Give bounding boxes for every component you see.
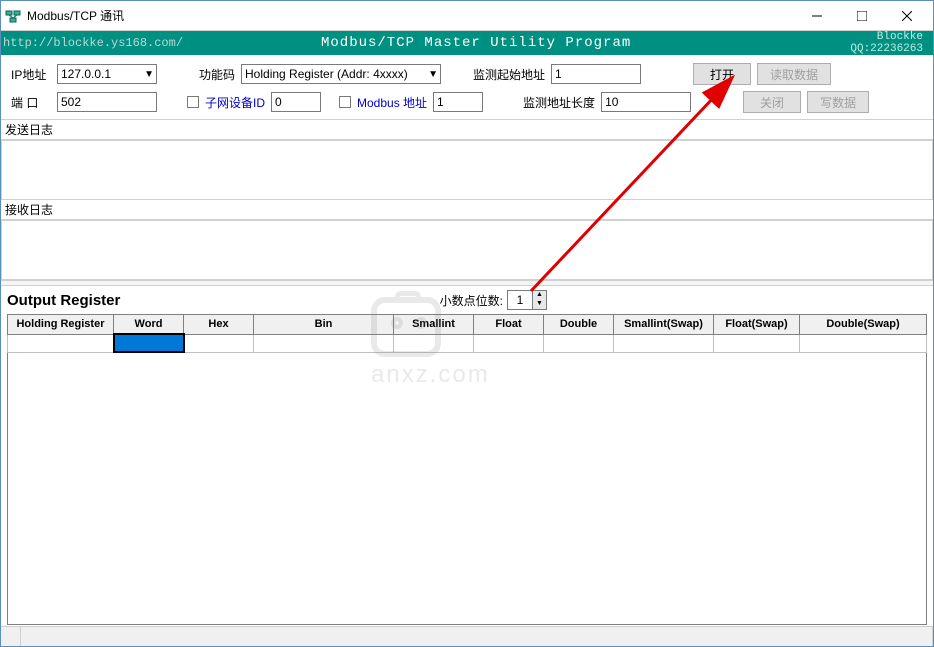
output-section: Output Register 小数点位数: ▲ ▼ Holding Regis…	[1, 286, 933, 629]
modbus-addr-checkbox[interactable]	[339, 96, 351, 108]
col-smallint[interactable]: Smallint	[394, 315, 474, 335]
cell-selected[interactable]	[114, 334, 184, 352]
col-double[interactable]: Double	[544, 315, 614, 335]
minimize-button[interactable]	[794, 2, 839, 30]
grid-body-area[interactable]	[7, 353, 927, 625]
col-float[interactable]: Float	[474, 315, 544, 335]
spinner-down-icon[interactable]: ▼	[532, 300, 546, 309]
decimal-spinner[interactable]: ▲ ▼	[507, 290, 547, 310]
cell[interactable]	[800, 334, 927, 352]
close-connection-button[interactable]: 关闭	[743, 91, 801, 113]
modbus-addr-label: Modbus 地址	[357, 94, 427, 111]
output-title: Output Register	[7, 292, 440, 309]
author-url: http://blockke.ys168.com/	[1, 36, 301, 50]
read-data-button[interactable]: 读取数据	[757, 63, 831, 85]
program-title: Modbus/TCP Master Utility Program	[301, 35, 850, 51]
subnet-input[interactable]	[271, 92, 321, 112]
monitor-length-label: 监测地址长度	[523, 94, 595, 111]
cell[interactable]	[614, 334, 714, 352]
program-header: http://blockke.ys168.com/ Modbus/TCP Mas…	[1, 31, 933, 55]
close-button[interactable]	[884, 2, 929, 30]
port-input[interactable]	[57, 92, 157, 112]
decimal-input[interactable]	[508, 291, 532, 309]
recv-log-area[interactable]	[1, 220, 933, 280]
open-button[interactable]: 打开	[693, 63, 751, 85]
monitor-length-input[interactable]	[601, 92, 691, 112]
app-icon	[5, 8, 21, 24]
title-bar: Modbus/TCP 通讯	[1, 1, 933, 31]
col-double-swap[interactable]: Double(Swap)	[800, 315, 927, 335]
port-label: 端 口	[11, 94, 51, 111]
modbus-addr-input[interactable]	[433, 92, 483, 112]
send-log-label: 发送日志	[1, 120, 933, 140]
credits: Blockke QQ:22236263	[850, 31, 933, 55]
col-float-swap[interactable]: Float(Swap)	[714, 315, 800, 335]
col-bin[interactable]: Bin	[254, 315, 394, 335]
ip-combo[interactable]: 127.0.0.1▼	[57, 64, 157, 84]
maximize-button[interactable]	[839, 2, 884, 30]
func-combo[interactable]: Holding Register (Addr: 4xxxx)▼	[241, 64, 441, 84]
monitor-start-label: 监测起始地址	[473, 66, 545, 83]
col-word[interactable]: Word	[114, 315, 184, 335]
func-label: 功能码	[199, 66, 235, 83]
window-title: Modbus/TCP 通讯	[27, 7, 794, 24]
grid-header-row: Holding Register Word Hex Bin Smallint F…	[8, 315, 927, 335]
cell[interactable]	[254, 334, 394, 352]
write-data-button[interactable]: 写数据	[807, 91, 869, 113]
recv-log-label: 接收日志	[1, 200, 933, 220]
decimal-label: 小数点位数:	[440, 292, 503, 309]
status-cell	[21, 627, 933, 646]
col-holding-register[interactable]: Holding Register	[8, 315, 114, 335]
subnet-label: 子网设备ID	[205, 94, 265, 111]
cell[interactable]	[8, 334, 114, 352]
status-cell	[1, 627, 21, 646]
monitor-start-input[interactable]	[551, 64, 641, 84]
toolbar: IP地址 127.0.0.1▼ 功能码 Holding Register (Ad…	[1, 55, 933, 120]
spinner-up-icon[interactable]: ▲	[532, 291, 546, 300]
status-bar	[1, 626, 933, 646]
cell[interactable]	[474, 334, 544, 352]
output-grid[interactable]: Holding Register Word Hex Bin Smallint F…	[7, 314, 927, 353]
subnet-checkbox[interactable]	[187, 96, 199, 108]
col-smallint-swap[interactable]: Smallint(Swap)	[614, 315, 714, 335]
chevron-down-icon: ▼	[428, 69, 438, 80]
send-log-area[interactable]	[1, 140, 933, 200]
cell[interactable]	[184, 334, 254, 352]
col-hex[interactable]: Hex	[184, 315, 254, 335]
ip-label: IP地址	[11, 66, 51, 83]
cell[interactable]	[394, 334, 474, 352]
table-row[interactable]	[8, 334, 927, 352]
cell[interactable]	[544, 334, 614, 352]
cell[interactable]	[714, 334, 800, 352]
chevron-down-icon: ▼	[144, 69, 154, 80]
